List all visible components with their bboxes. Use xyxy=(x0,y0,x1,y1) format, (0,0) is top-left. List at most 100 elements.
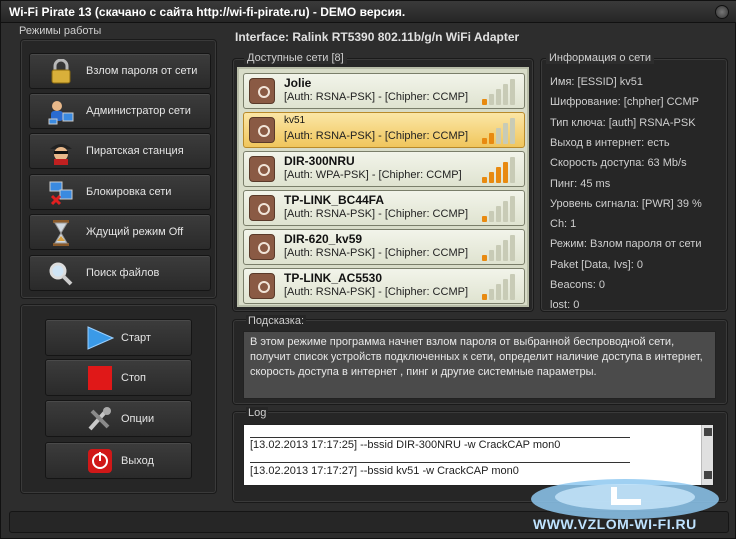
signal-bar xyxy=(503,162,508,183)
network-ssid: DIR-300NRU xyxy=(284,154,355,168)
play-icon xyxy=(87,326,114,350)
network-security: [Auth: RSNA-PSK] - [Chipher: CCMP] xyxy=(284,208,468,220)
hint-heading: Подсказка: xyxy=(246,315,307,327)
mode-button-standby[interactable]: Ждущий режим Off xyxy=(29,214,211,250)
network-security: [Auth: RSNA-PSK] - [Chipher: CCMP] xyxy=(284,247,468,259)
network-ssid: Jolie xyxy=(284,76,312,90)
watermark-logo xyxy=(531,479,719,519)
signal-strength-icon xyxy=(482,194,516,222)
exit-button[interactable]: Выход xyxy=(45,442,192,479)
power-icon xyxy=(88,449,112,473)
network-row[interactable]: DIR-620_kv59 [Auth: RSNA-PSK] - [Chipher:… xyxy=(243,229,525,265)
log-line: [13.02.2013 17:17:27] --bssid kv51 -w Cr… xyxy=(250,465,519,477)
signal-bar xyxy=(489,172,494,183)
info-heading: Информация о сети xyxy=(546,52,655,64)
tools-icon xyxy=(88,407,111,431)
mode-label: Пиратская станция xyxy=(86,145,184,157)
padlock-icon xyxy=(48,59,74,85)
network-block-icon xyxy=(48,180,74,206)
signal-strength-icon xyxy=(482,233,516,261)
exit-label: Выход xyxy=(121,455,154,467)
signal-bar xyxy=(489,133,494,144)
log-separator xyxy=(250,462,630,463)
mode-button-crack-password[interactable]: Взлом пароля от сети xyxy=(29,53,211,89)
signal-bar xyxy=(489,289,494,300)
info-row: Beacons: 0 xyxy=(550,279,606,291)
mode-label: Взлом пароля от сети xyxy=(86,65,198,77)
network-row[interactable]: DIR-300NRU [Auth: WPA-PSK] - [Chipher: CC… xyxy=(243,151,525,187)
signal-strength-icon xyxy=(482,116,516,144)
admin-network-icon xyxy=(48,99,74,125)
modes-heading: Режимы работы xyxy=(19,25,102,37)
signal-bar xyxy=(510,274,515,300)
signal-bar xyxy=(503,240,508,261)
signal-bar xyxy=(510,79,515,105)
network-row[interactable]: kv51 [Auth: RSNA-PSK] - [Chipher: CCMP] xyxy=(243,112,525,148)
title-bar: Wi-Fi Pirate 13 (скачано с сайта http://… xyxy=(1,1,736,23)
network-security: [Auth: RSNA-PSK] - [Chipher: CCMP] xyxy=(284,130,468,142)
watermark-text: WWW.VZLOM-WI-FI.RU xyxy=(533,516,697,532)
network-ssid: DIR-620_kv59 xyxy=(284,232,363,246)
info-row: Paket [Data, Ivs]: 0 xyxy=(550,258,643,271)
network-row[interactable]: TP-LINK_AC5530 [Auth: RSNA-PSK] - [Chiphe… xyxy=(243,268,525,304)
signal-bar xyxy=(482,177,487,183)
network-row[interactable]: TP-LINK_BC44FA [Auth: RSNA-PSK] - [Chiphe… xyxy=(243,190,525,226)
signal-bar xyxy=(510,235,515,261)
mode-button-pirate-station[interactable]: Пиратская станция xyxy=(29,133,211,169)
mode-button-file-search[interactable]: Поиск файлов xyxy=(29,255,211,291)
log-line: [13.02.2013 17:17:25] --bssid DIR-300NRU… xyxy=(250,439,561,451)
app-window: Wi-Fi Pirate 13 (скачано с сайта http://… xyxy=(0,0,736,539)
hint-text: В этом режиме программа начнет взлом пар… xyxy=(243,331,716,399)
mode-label: Блокировка сети xyxy=(86,186,172,198)
signal-bar xyxy=(496,284,501,300)
networks-heading: Доступные сети [8] xyxy=(244,52,347,64)
info-row: Пинг: 45 ms xyxy=(550,177,611,190)
close-icon[interactable] xyxy=(715,5,729,19)
info-row: Выход в интернет: есть xyxy=(550,136,670,149)
signal-bar xyxy=(482,294,487,300)
signal-bar xyxy=(510,118,515,144)
info-row: Режим: Взлом пароля от сети xyxy=(550,238,702,251)
info-row: Тип ключа: [auth] RSNA-PSK xyxy=(550,116,696,129)
signal-bar xyxy=(489,250,494,261)
pirate-icon xyxy=(48,139,74,165)
network-security: [Auth: RSNA-PSK] - [Chipher: CCMP] xyxy=(284,91,468,103)
signal-strength-icon xyxy=(482,272,516,300)
log-heading: Log xyxy=(246,407,269,419)
signal-bar xyxy=(503,201,508,222)
network-list[interactable]: Jolie [Auth: RSNA-PSK] - [Chipher: CCMP] k… xyxy=(237,67,529,307)
info-row: lost: 0 xyxy=(550,299,580,312)
mode-label: Ждущий режим Off xyxy=(86,226,184,238)
access-point-icon xyxy=(249,234,275,260)
start-button[interactable]: Старт xyxy=(45,319,192,356)
log-scrollbar[interactable] xyxy=(701,425,713,485)
signal-bar xyxy=(496,89,501,105)
scroll-up-icon[interactable] xyxy=(704,428,712,436)
interface-label: Interface: Ralink RT5390 802.11b/g/n WiF… xyxy=(235,30,520,44)
signal-bar xyxy=(503,279,508,300)
network-security: [Auth: RSNA-PSK] - [Chipher: CCMP] xyxy=(284,286,468,298)
stop-button[interactable]: Стоп xyxy=(45,359,192,396)
network-ssid: kv51 xyxy=(284,115,306,126)
options-button[interactable]: Опции xyxy=(45,400,192,437)
mode-button-network-admin[interactable]: Администратор сети xyxy=(29,93,211,129)
signal-bar xyxy=(503,123,508,144)
access-point-icon xyxy=(249,195,275,221)
signal-bar xyxy=(489,211,494,222)
window-title: Wi-Fi Pirate 13 (скачано с сайта http://… xyxy=(9,5,406,19)
signal-bar xyxy=(482,255,487,261)
signal-bar xyxy=(496,167,501,183)
info-row: Скорость доступа: 63 Mb/s xyxy=(550,157,687,170)
stop-icon xyxy=(88,366,112,390)
signal-strength-icon xyxy=(482,77,516,105)
signal-bar xyxy=(510,157,515,183)
network-ssid: TP-LINK_BC44FA xyxy=(284,193,385,207)
network-row[interactable]: Jolie [Auth: RSNA-PSK] - [Chipher: CCMP] xyxy=(243,73,525,109)
info-row: Имя: [ESSID] kv51 xyxy=(550,76,643,88)
mode-button-network-block[interactable]: Блокировка сети xyxy=(29,174,211,210)
access-point-icon xyxy=(249,117,275,143)
network-ssid: TP-LINK_AC5530 xyxy=(284,271,383,285)
signal-bar xyxy=(496,245,501,261)
signal-bar xyxy=(482,99,487,105)
signal-bar xyxy=(496,128,501,144)
